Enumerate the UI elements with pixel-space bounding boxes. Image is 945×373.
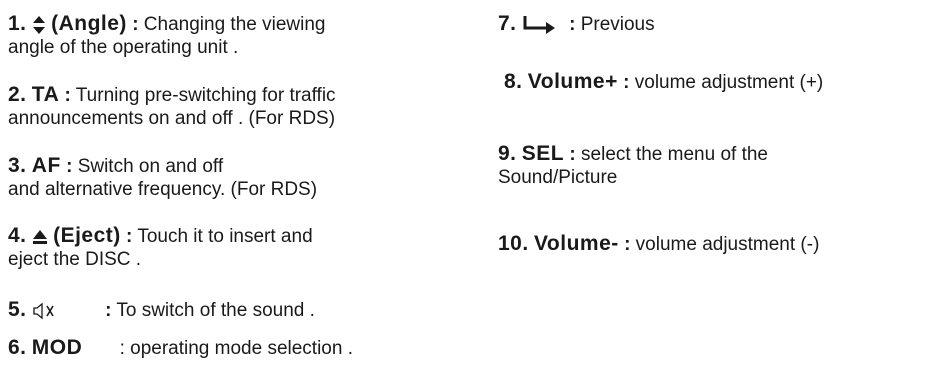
item-number: 1. bbox=[8, 12, 27, 35]
item-number: 10. bbox=[498, 232, 529, 255]
item-9: 9. SEL : select the menu of the Sound/Pi… bbox=[498, 142, 768, 188]
item-number: 8. bbox=[504, 70, 523, 93]
item-key: Volume- bbox=[533, 232, 619, 255]
item-number: 2. bbox=[8, 83, 27, 106]
item-desc-cont: announcements on and off . (For RDS) bbox=[8, 108, 336, 129]
item-desc-cont: and alternative frequency. (For RDS) bbox=[8, 179, 318, 200]
item-desc-cont: eject the DISC . bbox=[8, 249, 142, 270]
item-8: 8. Volume+ : volume adjustment (+) bbox=[504, 70, 824, 93]
item-key: AF bbox=[31, 154, 61, 177]
item-key: MOD bbox=[31, 336, 83, 359]
item-7: 7. : Previous bbox=[498, 12, 655, 35]
item-number: 9. bbox=[498, 142, 517, 165]
item-10: 10. Volume- : volume adjustment (-) bbox=[498, 232, 820, 255]
item-desc-cont: Sound/Picture bbox=[498, 167, 618, 188]
up-down-arrow-icon bbox=[32, 15, 46, 35]
item-desc: operating mode selection . bbox=[130, 338, 354, 359]
item-number: 7. bbox=[498, 12, 517, 35]
item-6: 6. MOD : operating mode selection . bbox=[8, 336, 354, 359]
item-desc: volume adjustment (-) bbox=[635, 234, 820, 255]
item-key: (Angle) bbox=[51, 12, 127, 35]
item-key: Volume+ bbox=[527, 70, 618, 93]
item-key: (Eject) bbox=[53, 224, 121, 247]
item-number: 6. bbox=[8, 336, 27, 359]
item-number: 4. bbox=[8, 224, 27, 247]
item-desc: Turning pre-switching for traffic bbox=[75, 85, 336, 106]
item-3: 3. AF : Switch on and off and alternativ… bbox=[8, 154, 318, 200]
item-5: 5. : To switch of the sound . bbox=[8, 298, 315, 321]
mute-icon bbox=[32, 302, 56, 320]
item-number: 3. bbox=[8, 154, 27, 177]
return-arrow-icon bbox=[522, 15, 556, 35]
item-key: TA bbox=[31, 83, 60, 106]
item-number: 5. bbox=[8, 298, 27, 321]
item-desc: Previous bbox=[580, 14, 655, 35]
item-desc: To switch of the sound . bbox=[116, 300, 315, 321]
item-desc: Switch on and off bbox=[77, 156, 224, 177]
item-key: SEL bbox=[521, 142, 565, 165]
item-desc: select the menu of the bbox=[581, 144, 768, 165]
item-desc: Changing the viewing bbox=[143, 14, 326, 35]
item-4: 4. (Eject) : Touch it to insert and ejec… bbox=[8, 224, 313, 270]
item-desc-cont: angle of the operating unit . bbox=[8, 37, 239, 58]
item-desc: volume adjustment (+) bbox=[634, 72, 824, 93]
item-1: 1. (Angle) : Changing the viewing angle … bbox=[8, 12, 326, 58]
item-2: 2. TA : Turning pre-switching for traffi… bbox=[8, 83, 336, 129]
item-desc: Touch it to insert and bbox=[137, 226, 313, 247]
eject-icon bbox=[32, 229, 48, 245]
